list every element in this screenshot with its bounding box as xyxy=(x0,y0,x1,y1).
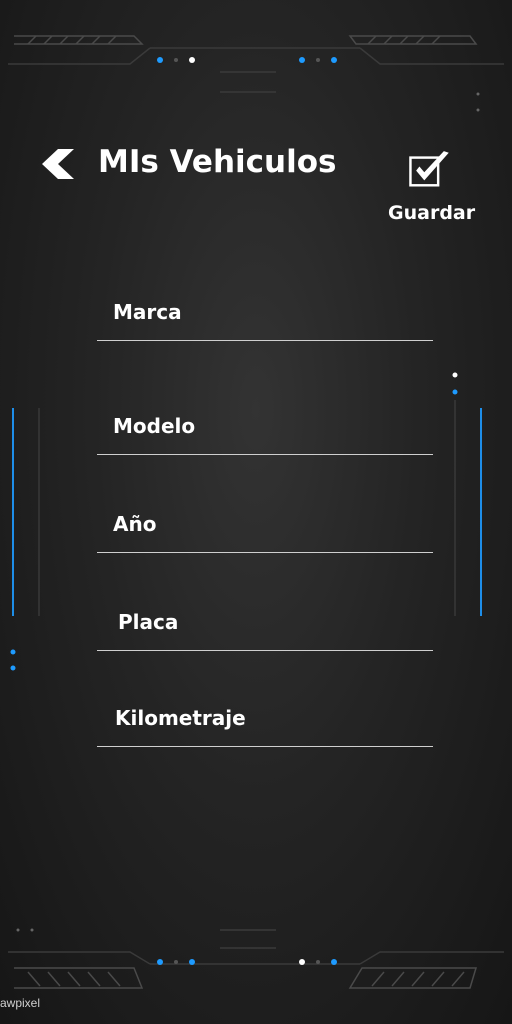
chevron-left-icon xyxy=(42,149,74,179)
save-label: Guardar xyxy=(388,202,476,224)
page-title: MIs Vehiculos xyxy=(98,144,337,180)
field-label-placa: Placa xyxy=(118,610,179,634)
field-label-marca: Marca xyxy=(113,300,182,324)
plate-field[interactable]: Placa xyxy=(97,610,433,651)
model-field[interactable]: Modelo xyxy=(97,414,433,455)
back-button[interactable] xyxy=(36,144,80,184)
field-label-modelo: Modelo xyxy=(113,414,196,438)
save-button[interactable]: Guardar xyxy=(386,142,486,230)
field-label-kilometraje: Kilometraje xyxy=(115,706,246,730)
field-label-ano: Año xyxy=(113,512,157,536)
brand-field[interactable]: Marca xyxy=(97,300,433,341)
mileage-field[interactable]: Kilometraje xyxy=(97,706,433,747)
year-field[interactable]: Año xyxy=(97,512,433,553)
checkbox-check-icon xyxy=(409,151,449,187)
watermark: awpixel xyxy=(0,996,41,1010)
